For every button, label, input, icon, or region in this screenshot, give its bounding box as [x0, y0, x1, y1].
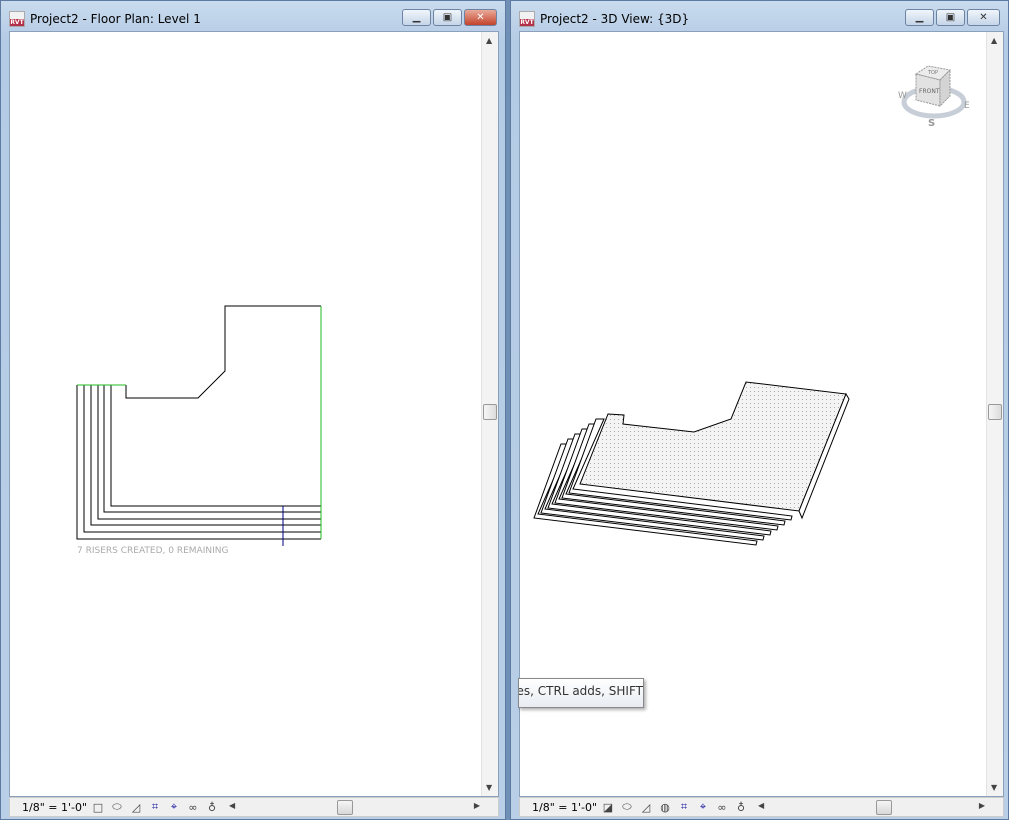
- maximize-button[interactable]: ▣: [936, 9, 965, 26]
- vertical-scrollbar[interactable]: ▲ ▼: [481, 32, 498, 796]
- scroll-thumb[interactable]: [876, 800, 892, 815]
- viewcube-front-label[interactable]: FRONT: [919, 88, 940, 95]
- revit-icon: RVT: [9, 11, 25, 27]
- compass-s[interactable]: S: [928, 118, 935, 129]
- view-control-bar: 1/8" = 1'-0" ◪ ⬭ ◿ ◍ ⌗ ⌖ ∞ ♁ ◀ ▶: [519, 797, 1004, 817]
- scroll-right-icon[interactable]: ▶: [474, 801, 480, 810]
- scroll-left-icon[interactable]: ◀: [758, 801, 764, 810]
- maximize-button[interactable]: ▣: [433, 9, 462, 26]
- riser-line: [110, 385, 321, 507]
- riser-line: [76, 385, 321, 540]
- floor-plan-drawing: [76, 305, 322, 546]
- compass-w[interactable]: W: [898, 91, 907, 101]
- tooltip: ates, CTRL adds, SHIFT: [518, 678, 644, 708]
- shadows-icon[interactable]: ◍: [657, 801, 673, 814]
- riser-line: [83, 385, 321, 533]
- riser-line: [97, 385, 321, 520]
- scroll-down-icon[interactable]: ▼: [991, 783, 997, 792]
- horizontal-scrollbar[interactable]: ◀ ▶: [756, 798, 1003, 816]
- temporary-hide-icon[interactable]: ∞: [714, 801, 730, 814]
- floor-plan-window: RVT Project2 - Floor Plan: Level 1 ▁ ▣ ✕ 7 …: [0, 0, 506, 820]
- scroll-thumb[interactable]: [988, 404, 1002, 420]
- visual-style-icon[interactable]: ⬭: [109, 800, 125, 814]
- landing-outline: [125, 305, 321, 399]
- scroll-thumb[interactable]: [483, 404, 497, 420]
- risers-status-message: 7 RISERS CREATED, 0 REMAINING: [77, 546, 229, 556]
- scroll-right-icon[interactable]: ▶: [979, 801, 985, 810]
- title-text: Project2 - 3D View: {3D}: [540, 12, 690, 26]
- tooltip-text: ates, CTRL adds, SHIFT: [518, 684, 643, 698]
- window-title: RVT Project2 - 3D View: {3D}: [519, 9, 689, 29]
- scroll-left-icon[interactable]: ◀: [229, 801, 235, 810]
- horizontal-scrollbar[interactable]: ◀ ▶: [227, 798, 498, 816]
- title-text: Project2 - Floor Plan: Level 1: [30, 12, 201, 26]
- stair-landing: [579, 381, 847, 512]
- riser-line: [103, 385, 321, 513]
- sun-path-icon[interactable]: ◿: [638, 801, 654, 814]
- scale-selector[interactable]: 1/8" = 1'-0": [10, 801, 90, 814]
- drawing-canvas[interactable]: 7 RISERS CREATED, 0 REMAINING ▲ ▼: [9, 31, 499, 797]
- scroll-thumb[interactable]: [337, 800, 353, 815]
- riser-line: [90, 385, 321, 526]
- revit-icon: RVT: [519, 11, 535, 27]
- show-crop-region-icon[interactable]: ⌖: [695, 800, 711, 814]
- viewcube-top-label[interactable]: TOP: [927, 70, 938, 76]
- crop-view-icon[interactable]: ⌗: [147, 800, 163, 814]
- scale-selector[interactable]: 1/8" = 1'-0": [520, 801, 600, 814]
- minimize-button[interactable]: ▁: [905, 9, 934, 26]
- 3d-canvas[interactable]: TOP FRONT W E S ates, CTRL adds, SHIFT ▲…: [518, 31, 1004, 797]
- show-crop-region-icon[interactable]: ⌖: [166, 800, 182, 814]
- crop-view-icon[interactable]: ⌗: [676, 800, 692, 814]
- viewcube: TOP FRONT W E S: [898, 65, 970, 129]
- scroll-up-icon[interactable]: ▲: [991, 36, 997, 45]
- detail-level-icon[interactable]: ◪: [600, 801, 616, 814]
- reveal-hidden-icon[interactable]: ♁: [733, 801, 749, 814]
- window-title: RVT Project2 - Floor Plan: Level 1: [9, 9, 201, 29]
- detail-level-icon[interactable]: □: [90, 801, 106, 814]
- temporary-hide-icon[interactable]: ∞: [185, 801, 201, 814]
- minimize-button[interactable]: ▁: [402, 9, 431, 26]
- scroll-down-icon[interactable]: ▼: [486, 783, 492, 792]
- vertical-scrollbar[interactable]: ▲ ▼: [986, 32, 1003, 796]
- view-control-bar: 1/8" = 1'-0" □ ⬭ ◿ ⌗ ⌖ ∞ ♁ ◀ ▶: [9, 797, 499, 817]
- close-button[interactable]: ✕: [464, 9, 497, 26]
- sun-path-icon[interactable]: ◿: [128, 801, 144, 814]
- close-button[interactable]: ✕: [967, 9, 1000, 26]
- reveal-hidden-icon[interactable]: ♁: [204, 801, 220, 814]
- visual-style-icon[interactable]: ⬭: [619, 800, 635, 814]
- 3d-view-window: RVT Project2 - 3D View: {3D} ▁ ▣ ✕ TOP FRON…: [510, 0, 1009, 820]
- scroll-up-icon[interactable]: ▲: [486, 36, 492, 45]
- compass-e[interactable]: E: [964, 101, 970, 111]
